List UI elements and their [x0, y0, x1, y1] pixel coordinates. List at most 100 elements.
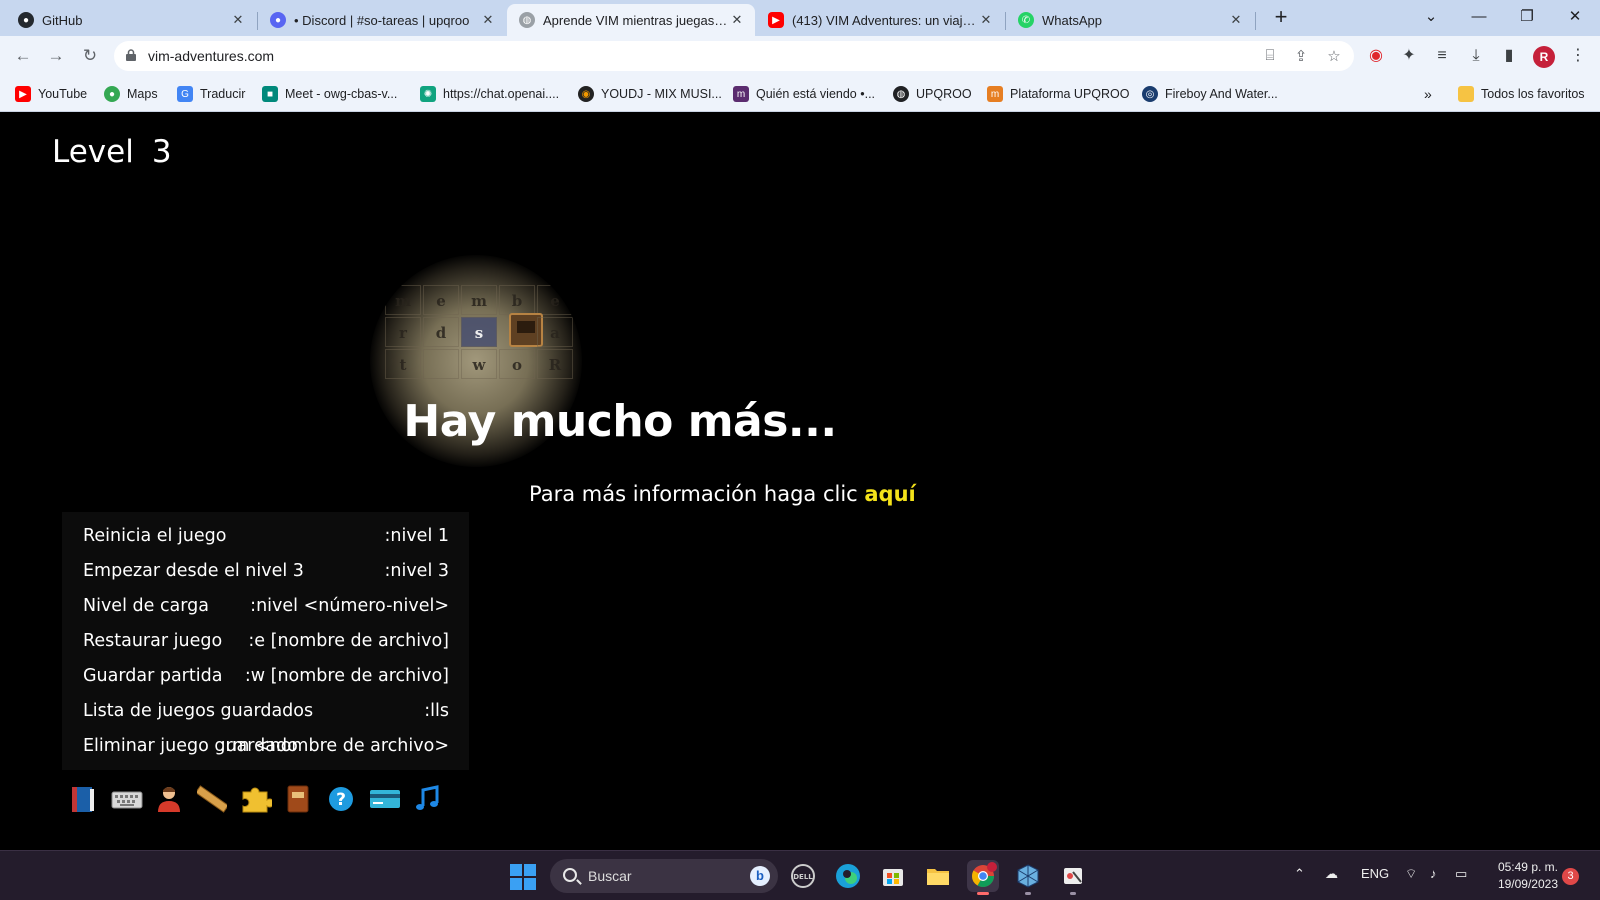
tab-title: Aprende VIM mientras juegas - V [543, 12, 729, 28]
translate-icon[interactable]: ⌸ [1260, 47, 1280, 65]
credit-card-icon[interactable] [363, 780, 406, 818]
music-icon[interactable] [406, 780, 449, 818]
tab-youtube[interactable]: ▶ (413) VIM Adventures: un viaje d ✕ [756, 4, 1004, 36]
tab-title: (413) VIM Adventures: un viaje d [792, 12, 978, 28]
book-icon[interactable] [62, 780, 105, 818]
bookmark-translate[interactable]: G Traducir [177, 85, 245, 103]
bookmark-meet[interactable]: ■ Meet - owg-cbas-v... [262, 85, 397, 103]
game-viewport[interactable]: Level 3 m e m b e r d s a t w o R Hay muc… [0, 112, 1600, 850]
tab-search-icon[interactable]: ⌄ [1408, 2, 1454, 32]
moodle-icon: m [987, 86, 1003, 102]
level-number: 3 [151, 134, 172, 170]
bookmark-fireboy[interactable]: ◎ Fireboy And Water... [1142, 85, 1278, 103]
folder-icon [1458, 86, 1474, 102]
system-clock[interactable]: 05:49 p. m. 19/09/2023 [1480, 859, 1558, 893]
tab-whatsapp[interactable]: ✆ WhatsApp ✕ [1006, 4, 1254, 36]
maps-icon: ● [104, 86, 120, 102]
svg-text:?: ? [336, 790, 346, 810]
virtualbox-icon[interactable] [1012, 860, 1044, 895]
close-tab-icon[interactable]: ✕ [729, 12, 745, 28]
info-text: Para más información haga clic aquí [529, 482, 916, 506]
opera-extension-icon[interactable]: ◉ [1366, 46, 1386, 66]
url-text: vim-adventures.com [148, 48, 275, 64]
close-tab-icon[interactable]: ✕ [978, 12, 994, 28]
restore-button[interactable]: ❐ [1504, 2, 1550, 32]
grid-cell: a [537, 317, 573, 347]
more-info-link[interactable]: aquí [864, 482, 915, 506]
tab-title: GitHub [42, 12, 83, 28]
store-icon[interactable] [877, 860, 909, 892]
forward-icon[interactable]: → [44, 44, 68, 68]
dell-icon[interactable]: DELL [787, 860, 819, 892]
bookmark-youdj[interactable]: ◉ YOUDJ - MIX MUSI... [578, 85, 722, 103]
language-indicator[interactable]: ENG [1361, 866, 1389, 881]
grid-cell: d [423, 317, 459, 347]
wifi-icon[interactable]: ⌔ [1405, 866, 1417, 882]
bookmark-youtube[interactable]: ▶ YouTube [15, 85, 87, 103]
menu-row-start-level-3[interactable]: Empezar desde el nivel 3:nivel 3 [62, 554, 469, 589]
snipping-tool-icon[interactable] [1057, 860, 1089, 895]
more-bookmarks-icon[interactable]: » [1424, 85, 1432, 103]
openai-icon: ✺ [420, 86, 436, 102]
clock-date: 19/09/2023 [1497, 877, 1558, 891]
menu-row-list-saved[interactable]: Lista de juegos guardados:lls [62, 694, 469, 729]
windows-start-icon[interactable] [510, 864, 536, 890]
new-tab-button[interactable]: + [1268, 5, 1294, 31]
puzzle-icon[interactable] [234, 780, 277, 818]
media-control-icon[interactable]: ≡ [1432, 46, 1452, 66]
menu-row-load-level[interactable]: Nivel de carga:nivel <número-nivel> [62, 589, 469, 624]
clock-time: 05:49 p. m. [1497, 860, 1558, 874]
level-indicator: Level 3 [52, 134, 172, 170]
grid-cell: o [499, 349, 535, 379]
reload-icon[interactable]: ↻ [78, 44, 102, 68]
close-window-button[interactable]: ✕ [1552, 2, 1598, 32]
show-hidden-icons[interactable]: ⌃ [1294, 866, 1305, 882]
menu-row-restore-game[interactable]: Restaurar juego:e [nombre de archivo] [62, 624, 469, 659]
download-icon[interactable]: ⤓ [1466, 46, 1486, 66]
file-explorer-icon[interactable] [922, 860, 954, 892]
all-bookmarks-folder[interactable]: Todos los favoritos [1458, 85, 1585, 103]
tab-discord[interactable]: ● • Discord | #so-tareas | upqroo ✕ [258, 4, 506, 36]
help-icon[interactable]: ? [320, 780, 363, 818]
discord-icon: ● [270, 12, 286, 28]
keyboard-icon[interactable] [105, 780, 148, 818]
profile-avatar[interactable]: R [1533, 46, 1555, 68]
lock-icon [126, 49, 136, 61]
taskbar-search[interactable]: Buscar b [550, 859, 778, 893]
translate-icon: G [177, 86, 193, 102]
notification-badge[interactable]: 3 [1562, 868, 1579, 885]
side-panel-icon[interactable]: ▮ [1499, 46, 1519, 66]
grid-cell: r [385, 317, 421, 347]
menu-row-save-game[interactable]: Guardar partida:w [nombre de archivo] [62, 659, 469, 694]
close-tab-icon[interactable]: ✕ [1228, 12, 1244, 28]
user-icon[interactable] [148, 780, 191, 818]
tab-vim-adventures[interactable]: ◍ Aprende VIM mientras juegas - V ✕ [507, 4, 755, 36]
bookmark-star-icon[interactable]: ☆ [1324, 47, 1344, 65]
menu-row-restart[interactable]: Reinicia el juego:nivel 1 [62, 519, 469, 554]
bookmark-upqroo[interactable]: ◍ UPQROO [893, 85, 972, 103]
bookmark-plataforma-upqroo[interactable]: m Plataforma UPQROO [987, 85, 1129, 103]
minimize-button[interactable]: — [1456, 2, 1502, 32]
address-bar[interactable]: vim-adventures.com ⌸ ⇪ ☆ [114, 41, 1354, 71]
battery-icon[interactable]: ▭ [1455, 866, 1467, 882]
menu-icon[interactable]: ⋮ [1568, 46, 1588, 66]
onedrive-icon[interactable]: ☁ [1325, 866, 1338, 882]
back-icon[interactable]: ← [11, 44, 35, 68]
bookmark-maps[interactable]: ● Maps [104, 85, 158, 103]
menu-row-delete-saved[interactable]: Eliminar juego guardado:rm <nombre de ar… [62, 729, 469, 764]
level-label: Level [52, 134, 134, 170]
youtube-icon: ▶ [15, 86, 31, 102]
bookmark-openai[interactable]: ✺ https://chat.openai.... [420, 85, 559, 103]
close-tab-icon[interactable]: ✕ [230, 12, 246, 28]
tab-github[interactable]: ● GitHub ✕ [6, 4, 256, 36]
extensions-icon[interactable]: ✦ [1399, 46, 1419, 66]
edge-icon[interactable] [832, 860, 864, 892]
ruler-icon[interactable] [191, 780, 234, 818]
volume-icon[interactable]: ♪ [1430, 866, 1437, 881]
bookmark-quien-esta-viendo[interactable]: m Quién está viendo •... [733, 85, 875, 103]
chrome-icon[interactable] [967, 860, 999, 895]
manual-icon[interactable] [277, 780, 320, 818]
share-icon[interactable]: ⇪ [1291, 47, 1311, 65]
close-tab-icon[interactable]: ✕ [480, 12, 496, 28]
m-icon: m [733, 86, 749, 102]
